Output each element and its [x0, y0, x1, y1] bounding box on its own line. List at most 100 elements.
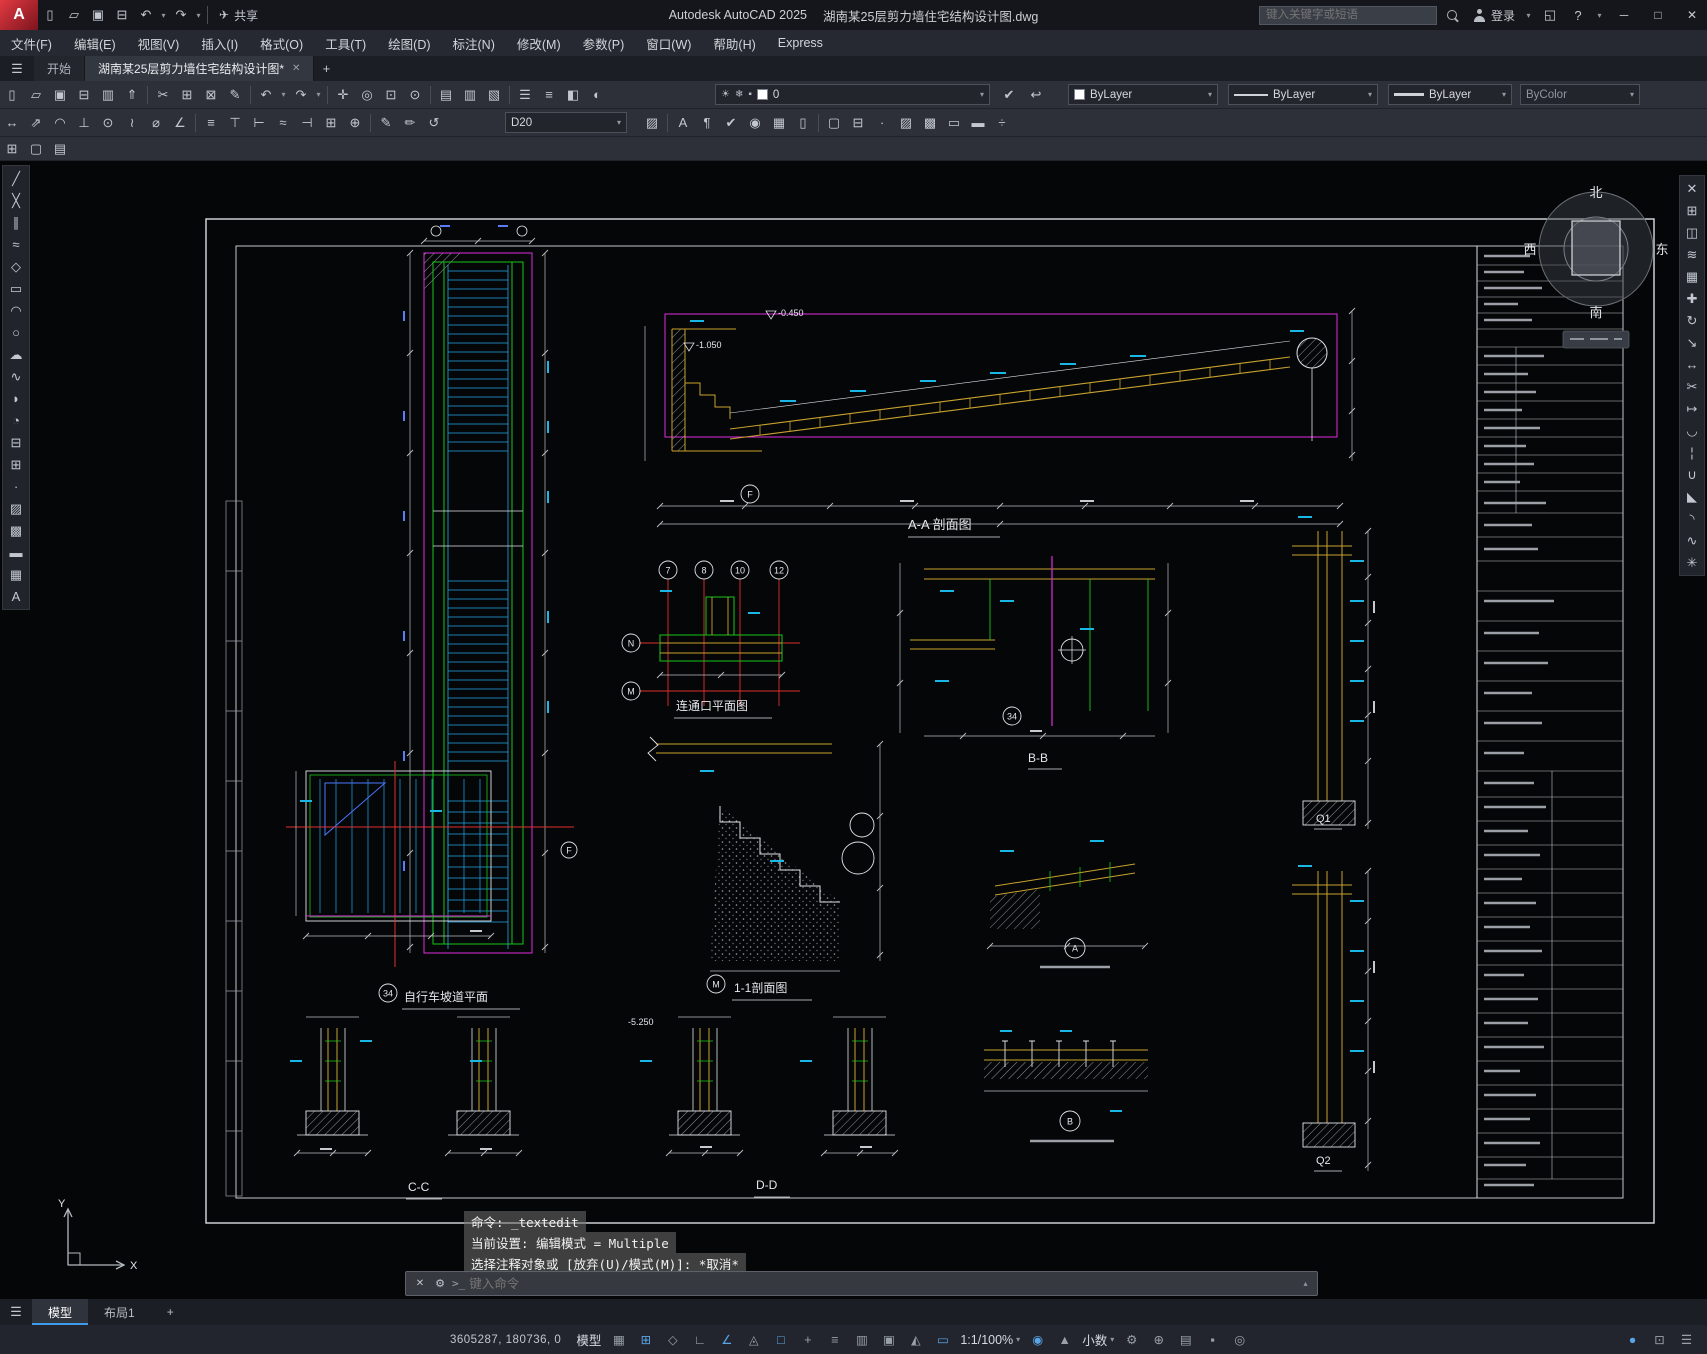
menu-express[interactable]: Express [767, 30, 834, 56]
dim-radius-icon[interactable]: ⊙ [96, 112, 120, 134]
plot-file-icon[interactable]: ⊟ [72, 84, 96, 106]
color-dropdown[interactable]: ByLayer ▾ [1068, 84, 1218, 105]
rectangle-tool-icon[interactable]: ▭ [4, 278, 28, 299]
maximize-button[interactable]: □ [1643, 0, 1673, 30]
spell-check-icon[interactable]: ✔ [719, 112, 743, 134]
tab-start[interactable]: 开始 [34, 56, 86, 81]
tab-layout1[interactable]: 布局1 [88, 1299, 151, 1325]
viewcube[interactable]: 北 西 东 南 [1523, 185, 1669, 349]
scale-icon[interactable]: ↘ [1680, 332, 1704, 353]
layer-properties-icon[interactable]: ☰ [513, 84, 537, 106]
insert-block-icon[interactable]: ⊟ [4, 432, 28, 453]
make-block-icon[interactable]: ⊞ [4, 454, 28, 475]
dim-style-dropdown[interactable]: D20 ▾ [505, 112, 627, 133]
point-style-icon[interactable]: ∙ [870, 112, 894, 134]
transparency-toggle-icon[interactable]: ▥ [849, 1329, 874, 1351]
chamfer-icon[interactable]: ◣ [1680, 486, 1704, 507]
graphics-performance-icon[interactable]: ● [1620, 1329, 1645, 1351]
clean-screen-icon[interactable]: ⊡ [1647, 1329, 1672, 1351]
dim-diameter-icon[interactable]: ⌀ [144, 112, 168, 134]
mtext-tool-icon[interactable]: ¶ [695, 112, 719, 134]
undo-chevron-icon[interactable]: ▾ [158, 4, 169, 26]
annotation-monitor-icon[interactable]: ⊕ [1146, 1329, 1171, 1351]
undo-icon[interactable]: ↶ [134, 4, 158, 26]
copy-icon[interactable]: ⊞ [1680, 200, 1704, 221]
dim-style-manager-icon[interactable]: ▨ [640, 112, 664, 134]
layer-previous-icon[interactable]: ↩ [1024, 84, 1048, 106]
dim-arc-icon[interactable]: ◠ [48, 112, 72, 134]
dim-angular-icon[interactable]: ∠ [168, 112, 192, 134]
tab-model[interactable]: 模型 [32, 1299, 89, 1325]
undo-list-chevron-icon[interactable]: ▾ [278, 84, 289, 106]
measure-icon[interactable]: ÷ [990, 112, 1014, 134]
fillet-icon[interactable]: ◝ [1680, 508, 1704, 529]
dim-edit-icon[interactable]: ✎ [374, 112, 398, 134]
share-button[interactable]: ✈ 共享 [211, 7, 266, 24]
ortho-toggle-icon[interactable]: ∟ [687, 1329, 712, 1351]
arc-tool-icon[interactable]: ◠ [4, 300, 28, 321]
region-icon[interactable]: ▬ [4, 542, 28, 563]
dynamic-input-icon[interactable]: ▭ [930, 1329, 955, 1351]
ellipse-arc-icon[interactable]: ◔ [4, 410, 28, 431]
line-tool-icon[interactable]: ╱ [4, 168, 28, 189]
menu-insert[interactable]: 插入(I) [190, 30, 249, 56]
multiline-icon[interactable]: ∥ [4, 212, 28, 233]
point-tool-icon[interactable]: ∙ [4, 476, 28, 497]
publish-icon[interactable]: ⇑ [120, 84, 144, 106]
menu-format[interactable]: 格式(O) [249, 30, 314, 56]
polar-tracking-icon[interactable]: ∠ [714, 1329, 739, 1351]
mirror-icon[interactable]: ◫ [1680, 222, 1704, 243]
mtext-icon[interactable]: A [4, 586, 28, 607]
paste-icon[interactable]: ⊠ [199, 84, 223, 106]
named-views-icon[interactable]: ▢ [24, 138, 48, 160]
plot-icon[interactable]: ⊟ [110, 4, 134, 26]
erase-icon[interactable]: ✕ [1680, 178, 1704, 199]
command-close-icon[interactable]: ✕ [412, 1273, 428, 1295]
minimize-button[interactable]: ─ [1609, 0, 1639, 30]
properties-icon[interactable]: ▤ [434, 84, 458, 106]
menu-edit[interactable]: 编辑(E) [63, 30, 127, 56]
join-icon[interactable]: ∪ [1680, 464, 1704, 485]
app-store-icon[interactable]: ◱ [1538, 4, 1562, 26]
new-file-icon[interactable]: ▯ [38, 4, 62, 26]
plotstyle-dropdown[interactable]: ByColor ▾ [1520, 84, 1640, 105]
search-input[interactable] [1258, 5, 1437, 25]
add-layout-button[interactable]: + [151, 1299, 190, 1325]
search-icon[interactable] [1441, 4, 1465, 26]
construction-line-icon[interactable]: ╳ [4, 190, 28, 211]
tab-close-icon[interactable]: ✕ [292, 63, 300, 74]
menu-dimension[interactable]: 标注(N) [442, 30, 506, 56]
help-chevron-icon[interactable]: ▾ [1594, 4, 1605, 26]
grid-toggle-icon[interactable]: ▦ [606, 1329, 631, 1351]
redo-tool-icon[interactable]: ↷ [289, 84, 313, 106]
blend-curves-icon[interactable]: ∿ [1680, 530, 1704, 551]
selection-cycling-icon[interactable]: ▣ [876, 1329, 901, 1351]
gradient-icon[interactable]: ▩ [4, 520, 28, 541]
break-icon[interactable]: ¦ [1680, 442, 1704, 463]
hatch-icon[interactable]: ▨ [4, 498, 28, 519]
zoom-window-icon[interactable]: ⊡ [379, 84, 403, 106]
command-line[interactable]: ✕ ⚙ >_ ▴ [405, 1271, 1318, 1296]
snap-toggle-icon[interactable]: ⊞ [633, 1329, 658, 1351]
field-icon[interactable]: ▯ [791, 112, 815, 134]
open-file-icon[interactable]: ▱ [62, 4, 86, 26]
command-expand-icon[interactable]: ▴ [1300, 1273, 1311, 1295]
annotation-visibility-icon[interactable]: ◉ [1025, 1329, 1050, 1351]
explode-icon[interactable]: ✳ [1680, 552, 1704, 573]
tool-palettes-icon[interactable]: ▧ [482, 84, 506, 106]
menu-view[interactable]: 视图(V) [127, 30, 191, 56]
design-center-icon[interactable]: ▥ [458, 84, 482, 106]
layer-dropdown[interactable]: ☀ ❄ ▪ 0 ▾ [715, 84, 990, 105]
offset-icon[interactable]: ≋ [1680, 244, 1704, 265]
redo-list-chevron-icon[interactable]: ▾ [313, 84, 324, 106]
menu-file[interactable]: 文件(F) [0, 30, 63, 56]
match-properties-icon[interactable]: ✎ [223, 84, 247, 106]
dim-aligned-icon[interactable]: ⇗ [24, 112, 48, 134]
menu-tools[interactable]: 工具(T) [314, 30, 377, 56]
copy-clip-icon[interactable]: ⊞ [175, 84, 199, 106]
trim-icon[interactable]: ✂ [1680, 376, 1704, 397]
model-space-toggle[interactable]: 模型 [573, 1329, 604, 1351]
zoom-realtime-icon[interactable]: ◎ [355, 84, 379, 106]
revision-cloud-icon[interactable]: ☁ [4, 344, 28, 365]
login-button[interactable]: 登录 [1469, 7, 1519, 24]
